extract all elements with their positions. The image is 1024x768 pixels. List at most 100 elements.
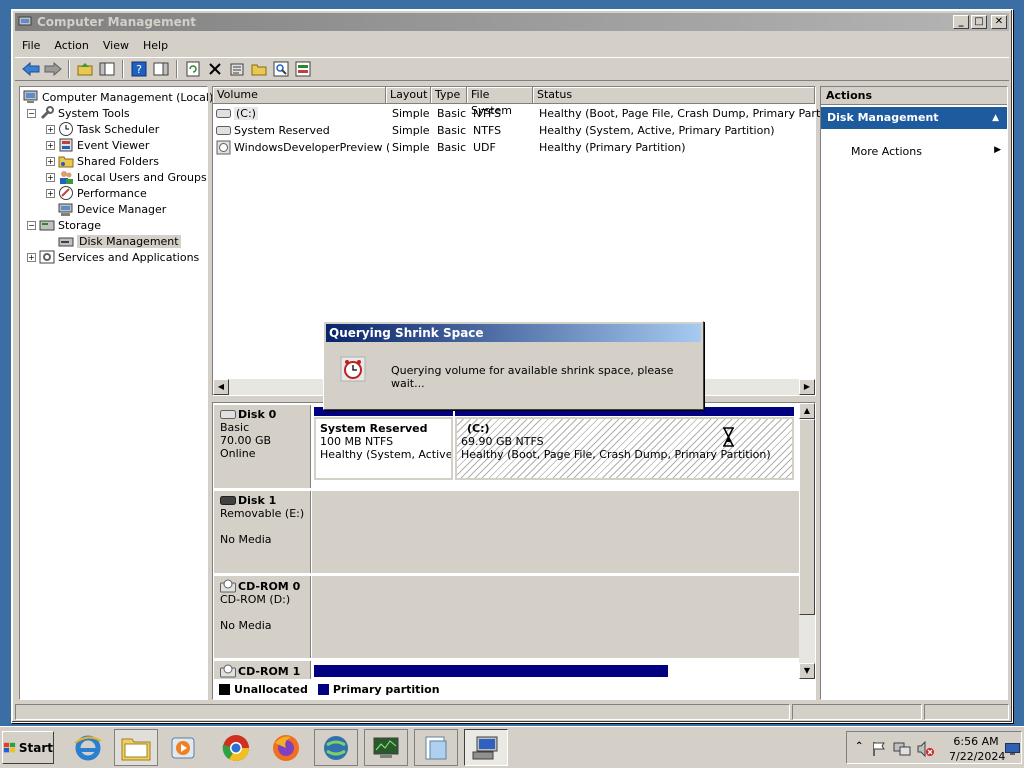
back-button[interactable] [21,59,41,79]
scroll-right-button[interactable]: ▶ [799,379,815,395]
clock-date[interactable]: 7/22/2024 [949,750,1005,763]
scroll-up-button[interactable]: ▲ [799,403,815,419]
expand-toggle[interactable]: + [46,188,55,198]
status-panel [924,704,1009,720]
maximize-button[interactable]: □ [971,15,987,29]
refresh-button[interactable] [183,59,203,79]
column-header-type[interactable]: Type [431,87,467,104]
cdrom0-label[interactable]: CD-ROM 0 CD-ROM (D:) No Media [214,576,311,658]
show-hidden-icons-arrow-icon[interactable]: ⌃ [855,741,863,752]
tree-node-local-users[interactable]: + Local Users and Groups [46,169,207,185]
open-button[interactable] [249,59,269,79]
network-icon[interactable] [893,741,911,757]
firefox-taskbar-button[interactable] [264,729,308,766]
tree-node-event-viewer[interactable]: + Event Viewer [46,137,149,153]
close-button[interactable]: ✕ [991,15,1007,29]
expand-toggle[interactable]: + [27,252,36,262]
up-level-button[interactable] [75,59,95,79]
disk-view-vertical-scrollbar[interactable]: ▲ ▼ [799,403,815,679]
expand-toggle[interactable]: + [46,156,55,166]
menu-help[interactable]: Help [136,39,175,52]
show-hide-console-tree-button[interactable] [97,59,117,79]
open-folder-icon [251,64,267,76]
disk1-label[interactable]: Disk 1 Removable (E:) No Media [214,491,311,573]
scroll-left-button[interactable]: ◀ [213,379,229,395]
status-bar [15,704,1009,720]
tree-node-task-scheduler[interactable]: + Task Scheduler [46,121,159,137]
more-actions-item[interactable]: More Actions ▶ [851,145,1001,161]
table-row[interactable]: WindowsDeveloperPreview (I:) Simple Basi… [213,139,816,156]
network-taskbar-button[interactable] [314,729,358,766]
tree-node-system-tools[interactable]: − System Tools [27,105,130,121]
cdrom1-area[interactable] [312,661,799,679]
tree-node-storage[interactable]: − Storage [27,217,101,233]
computer-management-taskbar-button[interactable] [464,729,508,766]
computer-management-icon [18,16,32,28]
shared-folder-icon [58,153,74,169]
system-tools-icon [39,105,55,121]
column-header-status[interactable]: Status [533,87,815,104]
action-center-flag-icon[interactable] [871,741,887,757]
delete-button[interactable] [205,59,225,79]
dialog-message: Querying volume for available shrink spa… [391,364,674,390]
internet-explorer-taskbar-button[interactable] [66,729,110,766]
windows-logo-icon [3,742,16,752]
console-tree[interactable]: Computer Management (Local) − System Too… [19,86,213,700]
toolbar: ? [15,57,1009,81]
search-button[interactable] [271,59,291,79]
tree-node-shared-folders[interactable]: + Shared Folders [46,153,159,169]
media-player-taskbar-button[interactable] [162,729,206,766]
collapse-toggle[interactable]: − [27,220,36,230]
chrome-taskbar-button[interactable] [214,729,258,766]
show-hide-action-pane-button[interactable] [151,59,171,79]
menu-action[interactable]: Action [47,39,95,52]
volume-layout: Simple [392,141,430,154]
menu-file[interactable]: File [15,39,47,52]
expand-toggle[interactable]: + [46,172,55,182]
expand-toggle[interactable]: + [46,140,55,150]
dialog-title[interactable]: Querying Shrink Space [326,324,701,342]
tree-node-disk-management[interactable]: Disk Management [58,233,181,249]
chrome-icon [222,734,250,761]
disk-graphical-view[interactable]: Disk 0 Basic 70.00 GB Online System Rese… [212,402,816,700]
help-button[interactable]: ? [129,59,149,79]
collapse-toggle[interactable]: − [27,108,36,118]
scroll-thumb[interactable] [799,419,815,615]
status-panel [792,704,922,720]
actions-section-disk-management[interactable]: Disk Management ▲ [821,107,1007,129]
partition-c-drive[interactable]: (C:) 69.90 GB NTFS Healthy (Boot, Page F… [455,417,794,480]
table-row[interactable]: (C:) Simple Basic NTFS Healthy (Boot, Pa… [213,105,849,122]
system-monitor-taskbar-button[interactable] [364,729,408,766]
cdrom0-area[interactable] [312,576,799,658]
minimize-button[interactable]: _ [953,15,969,29]
column-header-file-system[interactable]: File System [467,87,533,117]
title-bar[interactable]: Computer Management _ □ ✕ [15,13,1009,31]
table-row[interactable]: System Reserved Simple Basic NTFS Health… [213,122,816,139]
file-explorer-taskbar-button[interactable] [114,729,158,766]
volume-name: WindowsDeveloperPreview (I:) [234,141,389,154]
file-manager-taskbar-button[interactable] [414,729,458,766]
volume-muted-icon[interactable] [917,741,935,757]
disk0-label[interactable]: Disk 0 Basic 70.00 GB Online [214,405,311,488]
start-button[interactable]: Start [2,731,54,764]
tree-node-services-applications[interactable]: + Services and Applications [27,249,199,265]
cd-drive-icon [216,140,231,155]
unallocated-swatch [219,683,230,695]
properties-button[interactable] [227,59,247,79]
expand-toggle[interactable]: + [46,124,55,134]
column-header-layout[interactable]: Layout [386,87,431,104]
tree-node-performance[interactable]: + Performance [46,185,147,201]
scroll-down-button[interactable]: ▼ [799,663,815,679]
disk-properties-button[interactable] [293,59,313,79]
tree-node-computer-management[interactable]: Computer Management (Local) [23,89,213,105]
volume-list-header: Volume Layout Type File System Status [213,87,815,117]
tree-node-device-manager[interactable]: Device Manager [58,201,166,217]
clock-time[interactable]: 6:56 AM [951,735,1001,748]
forward-button[interactable] [43,59,63,79]
partition-system-reserved[interactable]: System Reserved 100 MB NTFS Healthy (Sys… [314,417,453,480]
show-desktop-icon[interactable] [1005,743,1020,755]
disk1-area[interactable] [312,491,799,573]
cdrom1-label[interactable]: CD-ROM 1 [214,661,311,679]
menu-view[interactable]: View [96,39,136,52]
column-header-volume[interactable]: Volume [213,87,386,104]
